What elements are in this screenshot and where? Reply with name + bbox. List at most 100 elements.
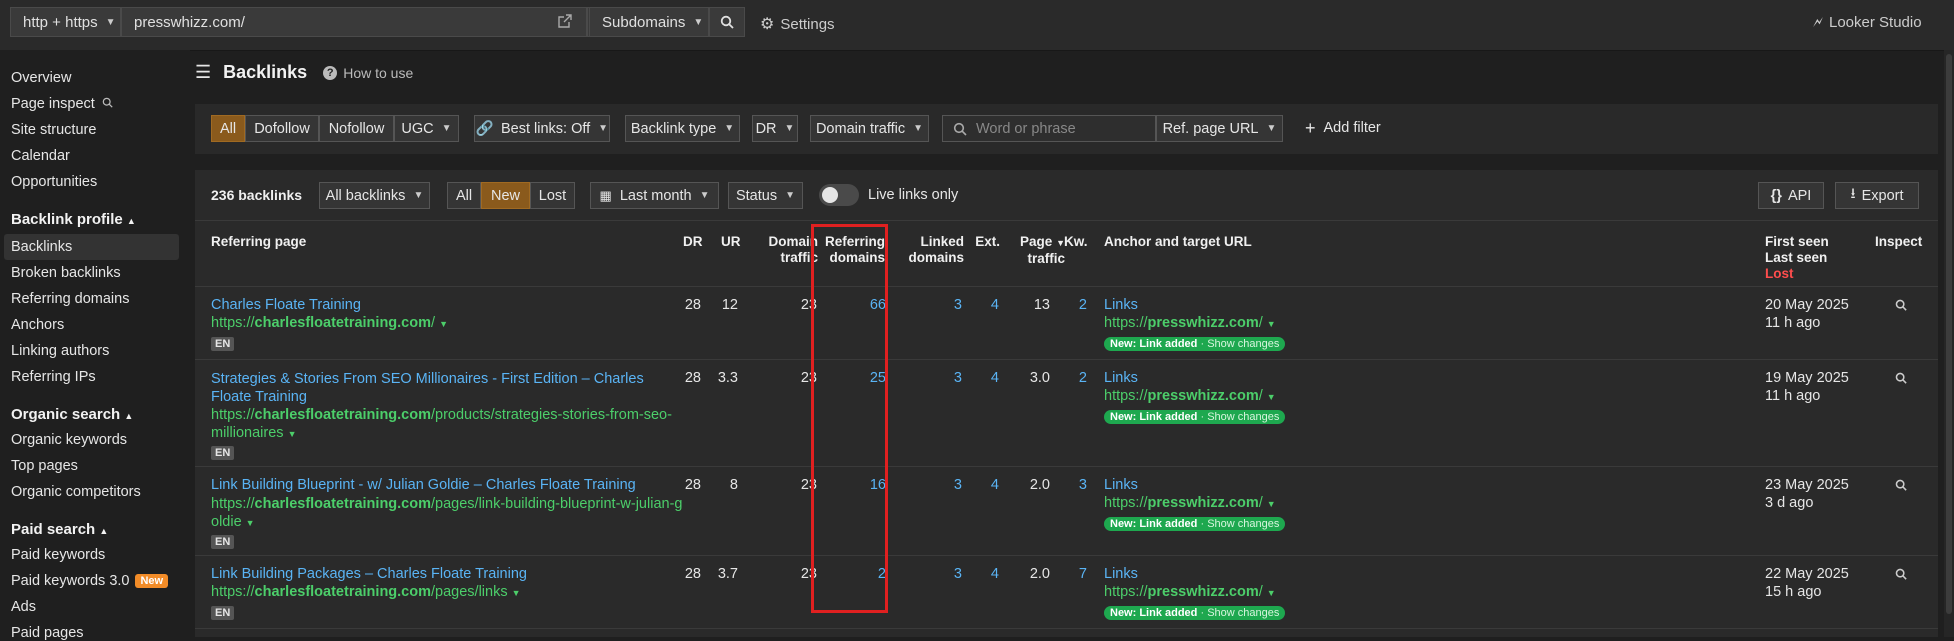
referring-page-url[interactable]: https://charlesfloatetraining.com/pages/… <box>211 584 521 600</box>
sidebar-item-ads[interactable]: Ads <box>11 599 36 615</box>
filter-lost-button[interactable]: Lost <box>530 182 575 209</box>
sidebar-item-referring-ips[interactable]: Referring IPs <box>11 369 96 385</box>
dr-select[interactable]: DR ▼ <box>752 115 798 142</box>
sidebar-item-paid-keywords-3[interactable]: Paid keywords 3.0 New <box>11 573 169 589</box>
link-added-tag[interactable]: New: Link added · Show changes <box>1104 515 1286 531</box>
live-links-label: Live links only <box>868 187 959 203</box>
how-to-use-link[interactable]: ? How to use <box>323 65 413 81</box>
col-ur[interactable]: UR <box>721 234 741 250</box>
ext-value[interactable]: 4 <box>959 477 999 493</box>
nofollow-button[interactable]: Nofollow <box>319 115 394 142</box>
live-links-toggle[interactable] <box>819 184 859 206</box>
sidebar-item-calendar[interactable]: Calendar <box>11 148 70 164</box>
ext-value[interactable]: 4 <box>959 566 999 582</box>
add-filter-button[interactable]: + Add filter <box>1305 119 1381 137</box>
col-page-traffic[interactable]: Page ▼ traffic <box>1005 234 1065 267</box>
sidebar-item-backlinks[interactable]: Backlinks <box>11 239 72 255</box>
sidebar-item-broken-backlinks[interactable]: Broken backlinks <box>11 265 121 281</box>
best-links-select[interactable]: 🔗 Best links: Off ▼ <box>474 115 610 142</box>
ref-page-url-select[interactable]: Ref. page URL ▼ <box>1156 115 1283 142</box>
col-referring-page[interactable]: Referring page <box>211 234 306 250</box>
sidebar-item-linking-authors[interactable]: Linking authors <box>11 343 109 359</box>
date-range-select[interactable]: ▦ Last month ▼ <box>590 182 719 209</box>
inspect-button[interactable] <box>1895 479 1907 495</box>
anchor-text[interactable]: Links <box>1104 477 1138 493</box>
api-button[interactable]: {} API <box>1758 182 1824 209</box>
scrollbar-thumb[interactable] <box>1946 54 1952 614</box>
sidebar-item-top-pages[interactable]: Top pages <box>11 458 78 474</box>
link-added-tag[interactable]: New: Link added · Show changes <box>1104 604 1286 620</box>
url-input[interactable]: presswhizz.com/ <box>121 7 587 37</box>
sidebar-item-organic-competitors[interactable]: Organic competitors <box>11 484 141 500</box>
all-backlinks-select[interactable]: All backlinks ▼ <box>319 182 430 209</box>
page-scrollbar[interactable] <box>1944 50 1954 637</box>
anchor-text[interactable]: Links <box>1104 370 1138 386</box>
export-button[interactable]: ⭳ Export <box>1835 182 1919 209</box>
protocol-select[interactable]: http + https ▼ <box>10 7 121 37</box>
label: Linked <box>920 234 964 249</box>
sidebar-item-site-structure[interactable]: Site structure <box>11 122 96 138</box>
search-button[interactable] <box>709 7 745 37</box>
col-dr[interactable]: DR <box>683 234 703 250</box>
sidebar-item-page-inspect[interactable]: Page inspect <box>11 96 113 112</box>
col-kw[interactable]: Kw. <box>1064 234 1088 250</box>
link-added-tag[interactable]: New: Link added · Show changes <box>1104 408 1286 424</box>
referring-page-url[interactable]: https://charlesfloatetraining.com/pages/… <box>211 495 682 532</box>
dofollow-button[interactable]: Dofollow <box>245 115 319 142</box>
kw-value[interactable]: 7 <box>1047 566 1087 582</box>
link-added-tag[interactable]: New: Link added · Show changes <box>1104 335 1286 351</box>
sidebar-item-paid-keywords[interactable]: Paid keywords <box>11 547 105 563</box>
sidebar-item-overview[interactable]: Overview <box>11 70 71 86</box>
referring-page-url[interactable]: https://charlesfloatetraining.com/ ▼ <box>211 315 448 331</box>
domain-traffic-select[interactable]: Domain traffic ▼ <box>810 115 929 142</box>
sidebar-item-referring-domains[interactable]: Referring domains <box>11 291 129 307</box>
inspect-button[interactable] <box>1895 568 1907 584</box>
referring-page-title[interactable]: Link Building Packages – Charles Floate … <box>211 566 527 582</box>
anchor-text[interactable]: Links <box>1104 297 1138 313</box>
referring-page-title[interactable]: Charles Floate Training <box>211 297 361 313</box>
filter-new-button[interactable]: New <box>481 182 530 209</box>
inspect-button[interactable] <box>1895 299 1907 315</box>
sidebar-item-anchors[interactable]: Anchors <box>11 317 64 333</box>
ugc-select[interactable]: UGC ▼ <box>394 115 459 142</box>
referring-page-title[interactable]: Link Building Blueprint - w/ Julian Gold… <box>211 477 636 493</box>
sidebar-item-organic-keywords[interactable]: Organic keywords <box>11 432 127 448</box>
ext-value[interactable]: 4 <box>959 297 999 313</box>
subdomains-select[interactable]: Subdomains ▼ <box>589 7 709 37</box>
open-external-icon[interactable] <box>558 14 572 28</box>
target-url[interactable]: https://presswhizz.com/ ▼ <box>1104 584 1276 600</box>
anchor-text[interactable]: Links <box>1104 566 1138 582</box>
target-url[interactable]: https://presswhizz.com/ ▼ <box>1104 388 1276 404</box>
sidebar-section-paid-search[interactable]: Paid search ▲ <box>11 521 108 538</box>
menu-icon[interactable]: ☰ <box>195 62 211 83</box>
referring-page-url[interactable]: https://charlesfloatetraining.com/produc… <box>211 406 672 443</box>
sidebar-item-opportunities[interactable]: Opportunities <box>11 174 97 190</box>
col-domain-traffic[interactable]: Domain traffic <box>752 234 818 266</box>
linked-domains-value[interactable]: 3 <box>922 477 962 493</box>
col-first-last-seen[interactable]: First seen Last seen Lost <box>1765 234 1829 282</box>
kw-value[interactable]: 2 <box>1047 370 1087 386</box>
sidebar-section-backlink-profile[interactable]: Backlink profile ▲ <box>11 211 136 228</box>
filter-all-button[interactable]: All <box>447 182 481 209</box>
target-url[interactable]: https://presswhizz.com/ ▼ <box>1104 495 1276 511</box>
ext-value[interactable]: 4 <box>959 370 999 386</box>
kw-value[interactable]: 2 <box>1047 297 1087 313</box>
col-anchor[interactable]: Anchor and target URL <box>1104 234 1252 250</box>
status-select[interactable]: Status ▼ <box>728 182 803 209</box>
sidebar-item-paid-pages[interactable]: Paid pages <box>11 625 84 641</box>
inspect-button[interactable] <box>1895 372 1907 388</box>
search-input[interactable]: Word or phrase <box>942 115 1156 142</box>
looker-studio-button[interactable]: 🗲 Looker Studio <box>1813 14 1922 31</box>
linked-domains-value[interactable]: 3 <box>922 566 962 582</box>
target-url[interactable]: https://presswhizz.com/ ▼ <box>1104 315 1276 331</box>
col-linked-domains[interactable]: Linked domains <box>890 234 964 266</box>
kw-value[interactable]: 3 <box>1047 477 1087 493</box>
col-ext[interactable]: Ext. <box>970 234 1000 250</box>
backlink-type-select[interactable]: Backlink type ▼ <box>625 115 740 142</box>
referring-page-title[interactable]: Strategies & Stories From SEO Millionair… <box>211 370 651 406</box>
type-all-button[interactable]: All <box>211 115 245 142</box>
linked-domains-value[interactable]: 3 <box>922 297 962 313</box>
linked-domains-value[interactable]: 3 <box>922 370 962 386</box>
sidebar-section-organic-search[interactable]: Organic search ▲ <box>11 406 133 423</box>
settings-button[interactable]: ⚙ Settings <box>760 14 835 34</box>
